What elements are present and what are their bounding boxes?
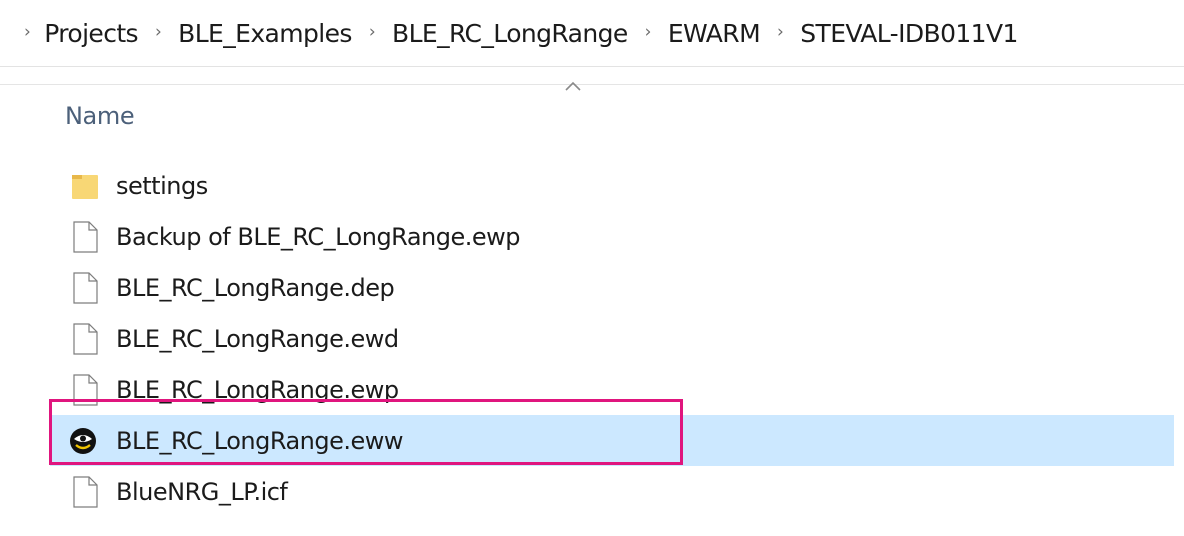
breadcrumb-chevron-icon[interactable]: › xyxy=(645,22,652,42)
breadcrumb-chevron-icon[interactable]: › xyxy=(155,22,162,42)
list-item-file[interactable]: BLE_RC_LongRange.ewd xyxy=(0,313,1184,364)
file-name: settings xyxy=(116,171,208,200)
folder-icon xyxy=(72,175,98,199)
sort-ascending-icon[interactable] xyxy=(564,80,582,92)
file-name: BlueNRG_LP.icf xyxy=(116,477,288,506)
file-name: Backup of BLE_RC_LongRange.ewp xyxy=(116,222,521,251)
column-header-name[interactable]: Name xyxy=(65,102,135,130)
breadcrumb-item-projects[interactable]: Projects xyxy=(44,19,138,48)
file-name: BLE_RC_LongRange.ewp xyxy=(116,375,399,404)
list-item-file[interactable]: BLE_RC_LongRange.dep xyxy=(0,262,1184,313)
breadcrumb: › Projects › BLE_Examples › BLE_RC_LongR… xyxy=(0,0,1184,67)
breadcrumb-chevron-icon[interactable]: › xyxy=(777,22,784,42)
file-list: settings Backup of BLE_RC_LongRange.ewp … xyxy=(0,160,1184,517)
list-item-selected-workspace[interactable]: BLE_RC_LongRange.eww xyxy=(50,415,1174,466)
file-icon xyxy=(73,323,98,355)
list-item-settings[interactable]: settings xyxy=(0,160,1184,211)
breadcrumb-item-ble-examples[interactable]: BLE_Examples xyxy=(178,19,352,48)
file-icon xyxy=(73,221,98,253)
file-icon xyxy=(73,272,98,304)
list-item-file[interactable]: BLE_RC_LongRange.ewp xyxy=(0,364,1184,415)
breadcrumb-item-ble-rc-longrange[interactable]: BLE_RC_LongRange xyxy=(392,19,628,48)
file-name: BLE_RC_LongRange.ewd xyxy=(116,324,399,353)
file-icon xyxy=(73,476,98,508)
iar-workspace-icon xyxy=(70,428,96,454)
breadcrumb-chevron-icon[interactable]: › xyxy=(369,22,376,42)
list-item-file[interactable]: Backup of BLE_RC_LongRange.ewp xyxy=(0,211,1184,262)
breadcrumb-item-ewarm[interactable]: EWARM xyxy=(668,19,761,48)
file-icon xyxy=(73,374,98,406)
column-header: Name xyxy=(0,81,1184,145)
file-name: BLE_RC_LongRange.dep xyxy=(116,273,395,302)
list-item-file[interactable]: BlueNRG_LP.icf xyxy=(0,466,1184,517)
breadcrumb-item-steval[interactable]: STEVAL-IDB011V1 xyxy=(800,19,1018,48)
file-name: BLE_RC_LongRange.eww xyxy=(116,426,404,455)
breadcrumb-chevron-icon[interactable]: › xyxy=(24,22,31,42)
